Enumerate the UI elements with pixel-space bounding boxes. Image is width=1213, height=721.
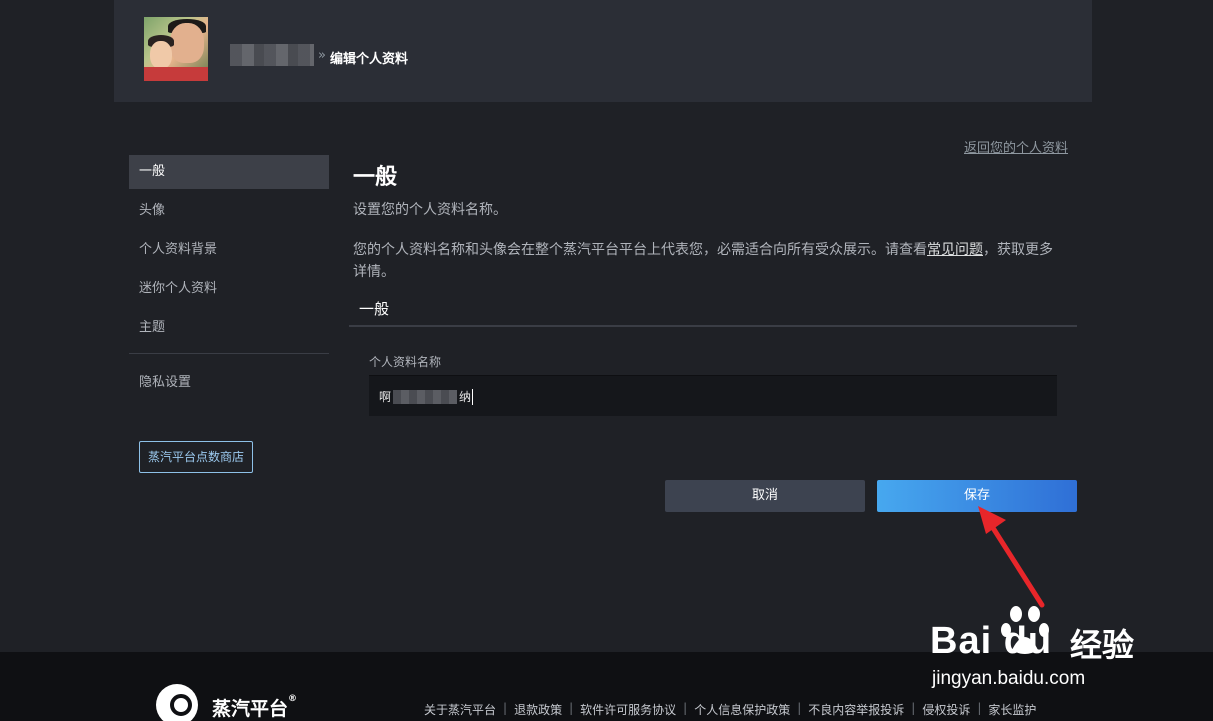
section-header: 一般 (349, 290, 1077, 327)
footer-sep: | (569, 701, 574, 715)
text-caret (472, 388, 474, 405)
breadcrumb-separator: » (318, 48, 326, 63)
faq-link[interactable]: 常见问题 (927, 242, 983, 258)
watermark-cn: 经验 (1070, 626, 1135, 664)
page-title: 一般 (353, 165, 398, 190)
watermark-url: jingyan.baidu.com (932, 668, 1086, 689)
value-start: 啊 (379, 390, 392, 404)
profile-header: » 编辑个人资料 (114, 0, 1092, 102)
footer-sep: | (977, 701, 982, 715)
watermark-brand: Bai du (930, 620, 1053, 662)
baidu-watermark: Bai du 经验 jingyan.baidu.com (930, 600, 1150, 700)
cancel-button[interactable]: 取消 (665, 480, 865, 512)
avatar-face (170, 23, 204, 63)
value-blurred (393, 389, 458, 404)
username-blurred[interactable] (230, 44, 314, 66)
avatar[interactable] (144, 17, 208, 81)
footer-brand: 蒸汽平台® (212, 694, 297, 721)
sidebar-item-avatar[interactable]: 头像 (129, 194, 329, 228)
breadcrumb-title: 编辑个人资料 (330, 52, 409, 67)
footer-sep: | (683, 701, 688, 715)
sidebar-item-profile-background[interactable]: 个人资料背景 (129, 233, 329, 267)
footer-link-infringement[interactable]: 侵权投诉 (922, 701, 970, 718)
footer-logo[interactable]: 蒸汽平台® (156, 684, 297, 721)
sidebar-item-mini-profile[interactable]: 迷你个人资料 (129, 272, 329, 306)
footer-link-about[interactable]: 关于蒸汽平台 (424, 701, 496, 718)
profile-name-label: 个人资料名称 (369, 355, 442, 369)
return-to-profile-link[interactable]: 返回您的个人资料 (964, 137, 1068, 156)
footer-links: 关于蒸汽平台 | 退款政策 | 软件许可服务协议 | 个人信息保护政策 | 不良内容举报… (424, 701, 1036, 718)
sidebar-divider (129, 353, 329, 354)
footer-link-license[interactable]: 软件许可服务协议 (580, 701, 676, 718)
profile-name-value: 啊 纳 (379, 388, 474, 405)
section-title: 一般 (359, 300, 390, 318)
footer-brand-reg: ® (288, 693, 298, 704)
footer-link-report[interactable]: 不良内容举报投诉 (808, 701, 904, 718)
page-description: 您的个人资料名称和头像会在整个蒸汽平台平台上代表您，必需适合向所有受众展示。请查… (353, 239, 1063, 283)
profile-name-input[interactable]: 啊 纳 (369, 375, 1057, 416)
avatar-shirt (144, 67, 208, 81)
value-end: 纳 (459, 390, 472, 404)
points-store-button[interactable]: 蒸汽平台点数商店 (139, 441, 253, 473)
desc-text: 您的个人资料名称和头像会在整个蒸汽平台平台上代表您，必需适合向所有受众展示。请查… (353, 242, 927, 258)
settings-sidebar: 一般 头像 个人资料背景 迷你个人资料 主题 隐私设置 (129, 155, 329, 405)
footer-link-refund[interactable]: 退款政策 (514, 701, 562, 718)
footer-link-privacy[interactable]: 个人信息保护政策 (694, 701, 790, 718)
footer-sep: | (911, 701, 916, 715)
steam-logo-icon (156, 684, 198, 721)
sidebar-item-theme[interactable]: 主题 (129, 311, 329, 345)
sidebar-item-privacy[interactable]: 隐私设置 (129, 366, 329, 400)
main-content: 一般 设置您的个人资料名称。 您的个人资料名称和头像会在整个蒸汽平台平台上代表您… (353, 155, 1077, 283)
sidebar-item-general[interactable]: 一般 (129, 155, 329, 189)
page-subtitle: 设置您的个人资料名称。 (353, 202, 507, 218)
footer-sep: | (797, 701, 802, 715)
avatar-face-child (150, 41, 172, 69)
footer-link-parental[interactable]: 家长监护 (988, 701, 1036, 718)
footer-sep: | (503, 701, 508, 715)
footer-brand-text: 蒸汽平台 (212, 697, 289, 720)
